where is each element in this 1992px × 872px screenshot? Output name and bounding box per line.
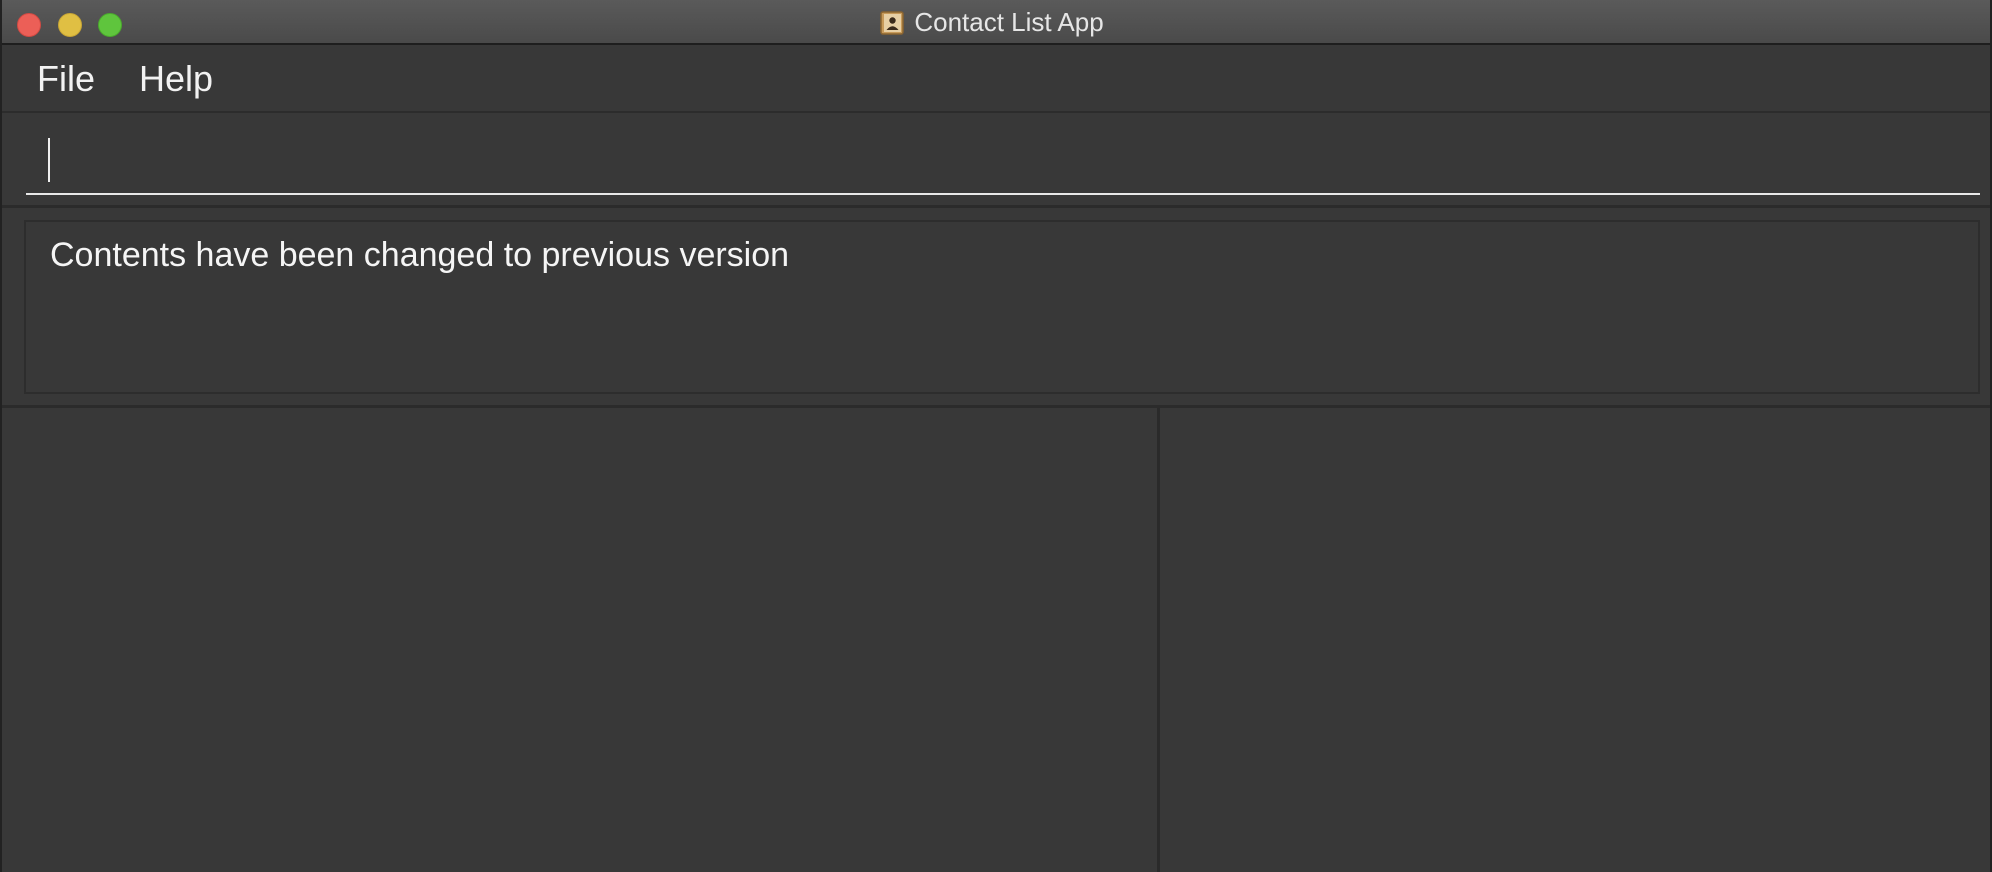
menu-bar: File Help: [2, 45, 1990, 113]
text-caret: [48, 138, 50, 182]
result-display-container: Contents have been changed to previous v…: [2, 208, 1990, 408]
window-title: Contact List App: [914, 7, 1104, 37]
app-window: Contact List App File Help Contents have…: [0, 0, 1992, 872]
result-display[interactable]: Contents have been changed to previous v…: [24, 220, 1980, 394]
command-input[interactable]: [26, 133, 1980, 195]
title-bar[interactable]: Contact List App: [2, 0, 1990, 45]
detail-panel[interactable]: [1163, 408, 1990, 872]
contact-list-panel[interactable]: [2, 408, 1160, 872]
title-container: Contact List App: [2, 0, 1990, 45]
menu-help[interactable]: Help: [139, 58, 213, 100]
result-message: Contents have been changed to previous v…: [50, 236, 790, 274]
contact-book-icon: [880, 10, 905, 35]
command-box-container: [2, 113, 1990, 208]
menu-file[interactable]: File: [37, 58, 95, 100]
main-split-pane: [2, 408, 1990, 872]
